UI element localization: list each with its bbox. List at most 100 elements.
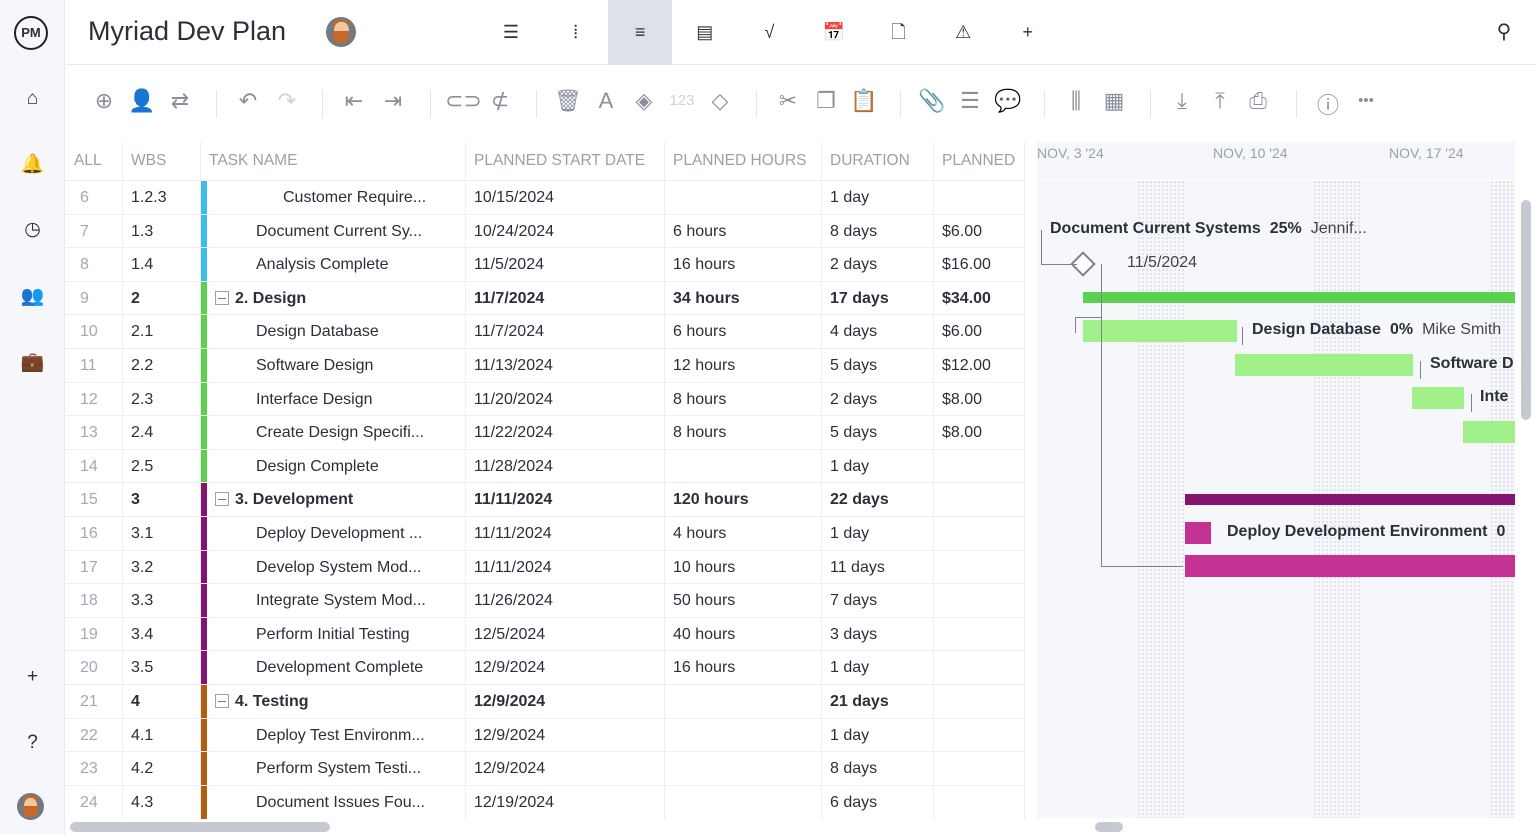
add-task-icon[interactable]: ⊕ bbox=[88, 88, 120, 114]
columns-icon[interactable]: ⫼ bbox=[1060, 88, 1092, 114]
cell-name[interactable]: Design Database bbox=[207, 315, 466, 349]
risk-icon[interactable]: ⚠ bbox=[931, 0, 995, 65]
column-header-wbs[interactable]: WBS bbox=[123, 142, 201, 180]
cell-name[interactable]: Document Current Sy... bbox=[207, 214, 466, 248]
indent-icon[interactable]: ⇥ bbox=[377, 88, 409, 114]
development-summary-bar[interactable] bbox=[1185, 493, 1515, 505]
text-color-icon[interactable]: A bbox=[590, 88, 622, 114]
grid-icon[interactable]: ▦ bbox=[1098, 88, 1130, 114]
sheet-view-icon[interactable]: ▤ bbox=[673, 0, 737, 65]
cell-name[interactable]: Perform Initial Testing bbox=[207, 617, 466, 651]
table-horizontal-scrollbar[interactable] bbox=[70, 822, 330, 832]
list-view-icon[interactable]: ☰ bbox=[479, 0, 543, 65]
collapse-toggle-icon[interactable] bbox=[215, 290, 229, 305]
column-header-planned[interactable]: PLANNED bbox=[934, 142, 1025, 180]
cell-name[interactable]: Customer Require... bbox=[207, 181, 466, 214]
notification-bell-icon[interactable]: 🔔 bbox=[0, 152, 65, 176]
table-row[interactable]: 21 4 4. Testing 12/9/2024 21 days bbox=[66, 684, 1025, 719]
column-header-task-name[interactable]: TASK NAME bbox=[201, 142, 466, 180]
cell-name[interactable]: Integrate System Mod... bbox=[207, 584, 466, 618]
cell-name[interactable]: Analysis Complete bbox=[207, 248, 466, 282]
cell-name[interactable]: 4. Testing bbox=[207, 685, 466, 718]
info-icon[interactable]: ⓘ bbox=[1312, 88, 1344, 120]
export-icon[interactable]: ⤒ bbox=[1204, 88, 1236, 114]
cell-name[interactable]: Design Complete bbox=[207, 449, 466, 483]
cut-icon[interactable]: ✂ bbox=[772, 88, 804, 114]
user-avatar[interactable] bbox=[17, 793, 44, 820]
cell-name[interactable]: 2. Design bbox=[207, 281, 466, 315]
undo-icon[interactable]: ↶ bbox=[232, 88, 264, 114]
plus-icon[interactable]: + bbox=[0, 666, 65, 688]
table-row[interactable]: 12 2.3 Interface Design 11/20/2024 8 hours 2 … bbox=[66, 381, 1025, 417]
table-row[interactable]: 13 2.4 Create Design Specifi... 11/22/2024 8… bbox=[66, 415, 1025, 450]
table-row[interactable]: 19 3.4 Perform Initial Testing 12/5/2024 40 … bbox=[66, 616, 1025, 652]
attachment-icon[interactable]: 📎 bbox=[916, 88, 948, 114]
software-design-bar[interactable] bbox=[1235, 353, 1413, 376]
collapse-toggle-icon[interactable] bbox=[215, 492, 229, 507]
unlink-icon[interactable]: ⊄ bbox=[484, 88, 516, 114]
more-icon[interactable]: ••• bbox=[1350, 92, 1382, 109]
cell-name[interactable]: 3. Development bbox=[207, 483, 466, 517]
gantt-view-icon[interactable]: ≡ bbox=[608, 0, 673, 65]
table-row[interactable]: 6 1.2.3 Customer Require... 10/15/2024 1 day bbox=[66, 180, 1025, 215]
dashboard-view-icon[interactable]: √ bbox=[737, 0, 801, 65]
outdent-icon[interactable]: ⇤ bbox=[338, 88, 370, 114]
table-row[interactable]: 15 3 3. Development 11/11/2024 120 hours 22 d… bbox=[66, 482, 1025, 517]
import-icon[interactable]: ⤓ bbox=[1166, 88, 1198, 114]
table-row[interactable]: 14 2.5 Design Complete 11/28/2024 1 day bbox=[66, 448, 1025, 484]
table-row[interactable]: 8 1.4 Analysis Complete 11/5/2024 16 hours 2 … bbox=[66, 247, 1025, 282]
help-icon[interactable]: ? bbox=[0, 732, 65, 754]
table-row[interactable]: 24 4.3 Document Issues Fou... 12/19/2024 6 d… bbox=[66, 784, 1025, 820]
fill-color-icon[interactable]: ◈ bbox=[628, 88, 660, 114]
table-row[interactable]: 10 2.1 Design Database 11/7/2024 6 hours 4 da… bbox=[66, 314, 1025, 349]
pm-logo[interactable]: PM bbox=[14, 16, 48, 50]
cell-name[interactable]: Create Design Specifi... bbox=[207, 416, 466, 450]
table-row[interactable]: 9 2 2. Design 11/7/2024 34 hours 17 days $34.0… bbox=[66, 280, 1025, 316]
table-row[interactable]: 20 3.5 Development Complete 12/9/2024 16 hou… bbox=[66, 650, 1025, 685]
cell-name[interactable]: Develop System Mod... bbox=[207, 550, 466, 584]
add-view-icon[interactable]: + bbox=[996, 0, 1060, 65]
paste-icon[interactable]: 📋 bbox=[848, 88, 880, 114]
gantt-horizontal-scrollbar[interactable] bbox=[1095, 822, 1123, 832]
table-row[interactable]: 11 2.2 Software Design 11/13/2024 12 hours 5 … bbox=[66, 348, 1025, 383]
cell-name[interactable]: Document Issues Fou... bbox=[207, 785, 466, 819]
delete-icon[interactable]: 🗑 bbox=[552, 88, 584, 114]
vertical-scrollbar[interactable] bbox=[1521, 200, 1531, 420]
develop-system-modules-bar[interactable] bbox=[1185, 555, 1515, 578]
people-icon[interactable]: 👥 bbox=[0, 284, 65, 308]
column-header-duration[interactable]: DURATION bbox=[822, 142, 934, 180]
cell-name[interactable]: Development Complete bbox=[207, 651, 466, 685]
notes-icon[interactable]: ☰ bbox=[954, 88, 986, 114]
comment-icon[interactable]: 💬 bbox=[992, 88, 1024, 114]
design-database-bar[interactable] bbox=[1083, 320, 1237, 343]
assign-user-icon[interactable]: 👤 bbox=[126, 88, 158, 114]
recurring-icon[interactable]: ⇄ bbox=[164, 88, 196, 114]
files-icon[interactable]: 🗋 bbox=[867, 0, 931, 65]
milestone-icon[interactable]: ◇ bbox=[704, 88, 736, 114]
board-view-icon[interactable]: ⦙ bbox=[544, 0, 608, 65]
print-icon[interactable]: ⎙ bbox=[1242, 88, 1274, 114]
design-summary-bar[interactable] bbox=[1083, 292, 1515, 304]
create-design-spec-bar[interactable] bbox=[1463, 421, 1515, 443]
cell-name[interactable]: Software Design bbox=[207, 349, 466, 382]
cell-name[interactable]: Deploy Test Environm... bbox=[207, 718, 466, 752]
deploy-dev-env-bar[interactable] bbox=[1185, 521, 1211, 544]
home-icon[interactable]: ⌂ bbox=[0, 88, 65, 110]
clock-icon[interactable]: ◷ bbox=[0, 218, 65, 241]
cell-name[interactable]: Deploy Development ... bbox=[207, 517, 466, 550]
project-owner-avatar[interactable] bbox=[326, 17, 356, 47]
table-row[interactable]: 23 4.2 Perform System Testi... 12/9/2024 8 d… bbox=[66, 751, 1025, 786]
table-row[interactable]: 7 1.3 Document Current Sy... 10/24/2024 6 ho… bbox=[66, 213, 1025, 249]
table-row[interactable]: 18 3.3 Integrate System Mod... 11/26/2024 50… bbox=[66, 583, 1025, 618]
cell-name[interactable]: Perform System Testi... bbox=[207, 752, 466, 786]
column-header-planned-hours[interactable]: PLANNED HOURS bbox=[665, 142, 822, 180]
table-row[interactable]: 17 3.2 Develop System Mod... 11/11/2024 10 h… bbox=[66, 549, 1025, 585]
table-row[interactable]: 16 3.1 Deploy Development ... 11/11/2024 4 h… bbox=[66, 516, 1025, 551]
cell-name[interactable]: Interface Design bbox=[207, 382, 466, 416]
calendar-view-icon[interactable]: 📅 bbox=[802, 0, 866, 65]
column-header-all[interactable]: ALL bbox=[66, 142, 123, 180]
column-header-planned-start-date[interactable]: PLANNED START DATE bbox=[466, 142, 665, 180]
copy-icon[interactable]: ❐ bbox=[810, 88, 842, 114]
search-icon[interactable]: ⚲ bbox=[1472, 0, 1536, 65]
interface-design-bar[interactable] bbox=[1412, 387, 1464, 410]
